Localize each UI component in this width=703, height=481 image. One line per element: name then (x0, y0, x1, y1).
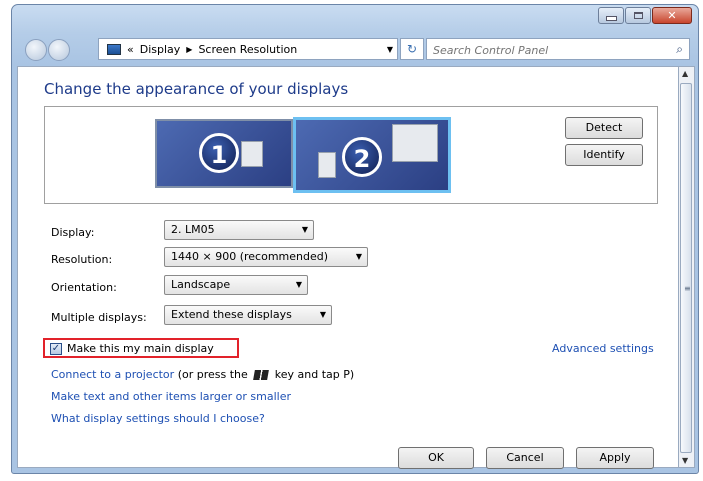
maximize-icon (633, 12, 643, 19)
forward-button[interactable] (48, 39, 70, 61)
advanced-settings-link[interactable]: Advanced settings (552, 342, 654, 355)
orientation-label: Orientation: (51, 281, 117, 294)
orientation-select[interactable]: Landscape ▼ (164, 275, 308, 295)
chevron-down-icon: ▼ (319, 310, 326, 319)
minimize-button[interactable] (598, 7, 624, 24)
refresh-button[interactable]: ↻ (400, 38, 424, 60)
address-dropdown-icon[interactable]: ▼ (387, 45, 393, 54)
display-label: Display: (51, 226, 95, 239)
navigation-bar: « Display ▶ Screen Resolution ▼ ↻ ⌕ (12, 35, 698, 65)
projector-hint-pre: (or press the (177, 368, 248, 381)
chevron-down-icon: ▼ (355, 252, 362, 261)
checkmark-icon: ✓ (51, 343, 61, 354)
identify-button[interactable]: Identify (565, 144, 643, 166)
detect-button[interactable]: Detect (565, 117, 643, 139)
cancel-button[interactable]: Cancel (486, 447, 564, 469)
window-thumbnail-icon (392, 124, 438, 162)
monitor-number-1: 1 (199, 133, 239, 173)
back-button[interactable] (25, 39, 47, 61)
refresh-icon: ↻ (406, 42, 418, 56)
close-icon: ✕ (667, 9, 677, 22)
vertical-scrollbar[interactable]: ▲ ≡ ▼ (679, 66, 695, 468)
multiple-displays-label: Multiple displays: (51, 311, 147, 324)
scroll-thumb[interactable]: ≡ (680, 83, 692, 453)
resolution-select[interactable]: 1440 × 900 (recommended) ▼ (164, 247, 368, 267)
windows-key-icon (253, 370, 270, 380)
display-help-link[interactable]: What display settings should I choose? (51, 412, 265, 425)
display-arrangement-area: 1 2 Detect Identify (44, 106, 658, 204)
search-input[interactable] (431, 40, 655, 61)
address-bar[interactable]: « Display ▶ Screen Resolution ▼ (98, 38, 398, 60)
chevron-down-icon: ▼ (295, 280, 302, 289)
monitor-number-2: 2 (342, 137, 382, 177)
display-select[interactable]: 2. LM05 ▼ (164, 220, 314, 240)
scroll-grip-icon: ≡ (684, 284, 691, 293)
projector-row: Connect to a projector (or press the key… (51, 368, 354, 381)
main-display-checkbox[interactable]: ✓ (50, 343, 62, 355)
scroll-up-icon[interactable]: ▲ (682, 69, 688, 78)
monitor-1[interactable]: 1 (155, 119, 293, 188)
monitor-2[interactable]: 2 (293, 117, 451, 193)
multiple-displays-value: Extend these displays (171, 308, 292, 321)
apply-button[interactable]: Apply (576, 447, 654, 469)
resolution-label: Resolution: (51, 253, 113, 266)
breadcrumb-separator-icon[interactable]: ▶ (186, 45, 192, 54)
title-bar-buttons: ✕ (597, 7, 692, 25)
projector-hint-post: key and tap P) (274, 368, 355, 381)
main-display-label[interactable]: Make this my main display (67, 342, 214, 355)
control-panel-icon (107, 43, 121, 55)
search-icon[interactable]: ⌕ (676, 42, 683, 57)
minimize-icon (605, 16, 617, 21)
multiple-displays-select[interactable]: Extend these displays ▼ (164, 305, 332, 325)
breadcrumb-display[interactable]: Display (140, 43, 181, 56)
search-box[interactable]: ⌕ (426, 38, 690, 61)
scroll-down-icon[interactable]: ▼ (682, 456, 688, 465)
orientation-value: Landscape (171, 278, 231, 291)
ok-button[interactable]: OK (398, 447, 474, 469)
text-size-link[interactable]: Make text and other items larger or smal… (51, 390, 291, 403)
close-button[interactable]: ✕ (652, 7, 692, 24)
control-panel-window: ✕ « Display ▶ Screen Resolution ▼ ↻ ⌕ ▲ … (11, 4, 699, 474)
resolution-value: 1440 × 900 (recommended) (171, 250, 329, 263)
maximize-button[interactable] (625, 7, 651, 24)
projector-link[interactable]: Connect to a projector (51, 368, 174, 381)
chevron-down-icon: ▼ (301, 225, 308, 234)
display-value: 2. LM05 (171, 223, 215, 236)
window-thumbnail-icon (318, 152, 336, 178)
page-title: Change the appearance of your displays (44, 80, 349, 98)
breadcrumb-prefix: « (127, 42, 134, 56)
main-display-highlight: ✓ Make this my main display (43, 338, 239, 358)
window-thumbnail-icon (241, 141, 263, 167)
breadcrumb-screen-resolution[interactable]: Screen Resolution (198, 43, 297, 56)
